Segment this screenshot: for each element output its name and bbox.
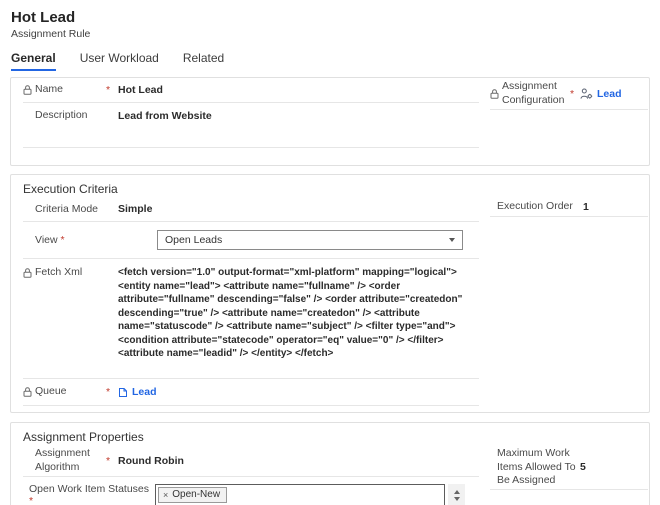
description-value[interactable]: Lead from Website — [118, 109, 479, 123]
required-marker: * — [106, 84, 111, 96]
assignment-properties-section: Assignment Properties Assignment Algorit… — [10, 422, 650, 505]
required-marker: * — [106, 386, 111, 398]
assignment-algorithm-label: Assignment Algorithm — [35, 447, 90, 473]
execution-order-value[interactable]: 1 — [583, 200, 589, 214]
fetch-xml-value[interactable]: <fetch version="1.0" output-format="xml-… — [118, 266, 479, 361]
max-work-items-label: Maximum Work Items Allowed To Be Assigne… — [497, 447, 576, 487]
tab-bar: General User Workload Related — [0, 40, 660, 71]
spinner-down-icon[interactable] — [453, 496, 460, 501]
tab-user-workload[interactable]: User Workload — [80, 51, 159, 71]
form-header: Hot Lead Assignment Rule — [0, 0, 660, 40]
name-label: Name — [35, 83, 64, 96]
view-dropdown[interactable]: Open Leads — [157, 230, 463, 250]
fetch-xml-row: Fetch Xml <fetch version="1.0" output-fo… — [23, 259, 479, 379]
status-tag-label: Open-New — [172, 489, 221, 500]
assignment-configuration-icon — [580, 88, 593, 100]
spinner-up-icon[interactable] — [453, 489, 460, 494]
assignment-configuration-value: Lead — [597, 87, 622, 100]
assignment-configuration-row: Assignment Configuration * Lead — [490, 78, 648, 110]
description-label: Description — [35, 109, 88, 121]
open-work-item-statuses-label: Open Work Item Statuses — [29, 483, 150, 495]
chevron-down-icon — [449, 238, 455, 242]
queue-icon — [118, 387, 128, 398]
name-field-row: Name * Hot Lead — [23, 78, 479, 103]
required-marker: * — [29, 495, 34, 505]
criteria-mode-label: Criteria Mode — [35, 202, 99, 215]
lock-icon — [23, 387, 35, 397]
assignment-algorithm-row: Assignment Algorithm * Round Robin — [23, 446, 479, 477]
assignment-algorithm-value[interactable]: Round Robin — [118, 454, 479, 468]
queue-link[interactable]: Lead — [118, 386, 157, 398]
description-field-row: Description Lead from Website — [23, 103, 479, 148]
execution-order-label: Execution Order — [497, 200, 573, 213]
max-work-items-value[interactable]: 5 — [580, 460, 586, 474]
assignment-rule-form: Hot Lead Assignment Rule General User Wo… — [0, 0, 660, 505]
execution-order-row: Execution Order 1 — [490, 198, 648, 217]
queue-row: Queue * Lead — [23, 379, 479, 406]
view-dropdown-value: Open Leads — [165, 234, 223, 246]
remove-tag-icon[interactable]: × — [163, 490, 168, 500]
lock-icon — [23, 266, 35, 278]
open-work-item-statuses-row: Open Work Item Statuses * × Open-New — [23, 477, 479, 505]
statuses-spinner[interactable] — [448, 484, 465, 505]
queue-value: Lead — [132, 386, 157, 398]
lock-icon — [490, 88, 502, 99]
criteria-mode-value[interactable]: Simple — [118, 202, 479, 216]
tab-related[interactable]: Related — [183, 51, 224, 71]
execution-criteria-section: Execution Criteria Criteria Mode Simple … — [10, 174, 650, 413]
open-work-item-statuses-input[interactable]: × Open-New — [155, 484, 445, 505]
page-subtitle: Assignment Rule — [11, 28, 91, 40]
page-title: Hot Lead — [11, 9, 76, 26]
tab-general[interactable]: General — [11, 51, 56, 71]
assignment-configuration-link[interactable]: Lead — [580, 88, 622, 100]
view-row: View * Open Leads — [23, 222, 479, 259]
status-tag: × Open-New — [158, 487, 228, 503]
max-work-items-row: Maximum Work Items Allowed To Be Assigne… — [490, 446, 648, 490]
queue-label: Queue — [35, 385, 67, 398]
assignment-properties-title: Assignment Properties — [23, 430, 144, 444]
required-marker: * — [60, 234, 65, 246]
lock-icon — [23, 85, 35, 95]
general-section: Name * Hot Lead Description Lead from We… — [10, 77, 650, 166]
criteria-mode-row: Criteria Mode Simple — [23, 198, 479, 222]
assignment-configuration-label: Assignment Configuration — [502, 79, 565, 106]
execution-criteria-title: Execution Criteria — [23, 182, 118, 196]
required-marker: * — [106, 455, 111, 467]
fetch-xml-label: Fetch Xml — [35, 266, 83, 278]
required-marker: * — [570, 87, 575, 100]
name-value[interactable]: Hot Lead — [118, 83, 479, 97]
view-label: View — [35, 234, 58, 246]
